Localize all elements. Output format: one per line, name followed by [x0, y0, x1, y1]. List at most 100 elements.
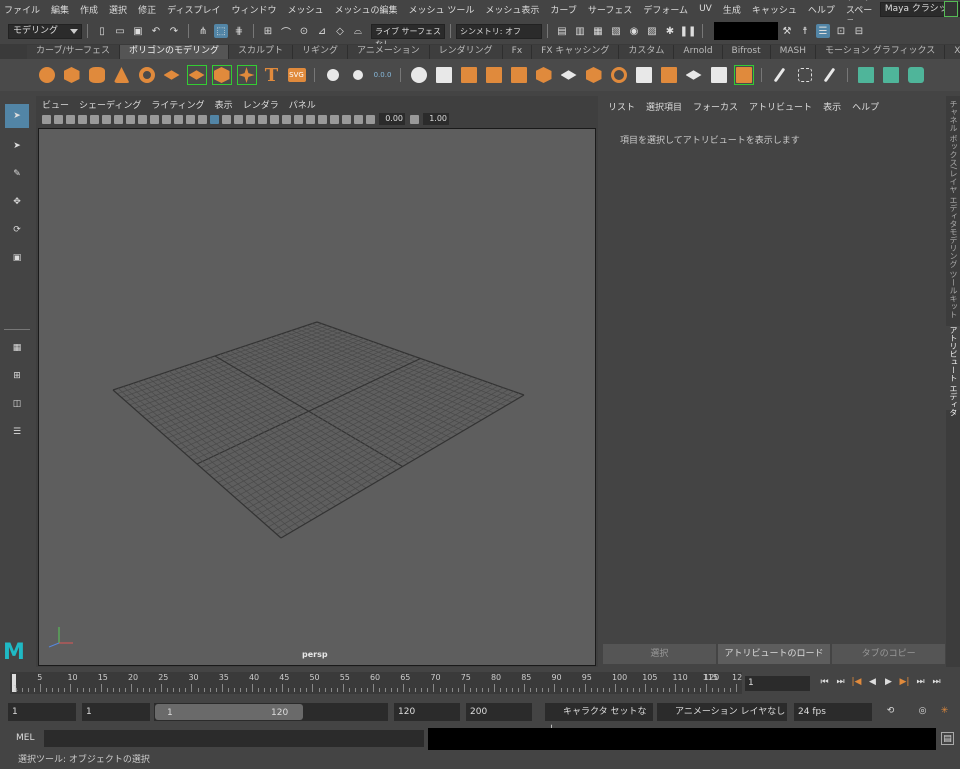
- step-forward-key-icon[interactable]: ⏭: [914, 676, 927, 689]
- sign-in-field[interactable]: [714, 22, 778, 40]
- start-frame-field[interactable]: 1: [8, 703, 76, 721]
- combine-icon[interactable]: [409, 65, 429, 85]
- motion-blur-icon[interactable]: [281, 114, 291, 124]
- menu-display[interactable]: ディスプレイ: [167, 3, 220, 16]
- poly-cylinder-icon[interactable]: [87, 65, 107, 85]
- new-scene-icon[interactable]: ▯: [95, 24, 109, 38]
- paint-select-icon[interactable]: [820, 65, 840, 85]
- mirror-icon[interactable]: [459, 65, 479, 85]
- tab-sculpting[interactable]: スカルプト: [228, 45, 293, 59]
- tab-poly-modeling[interactable]: ポリゴンのモデリング: [119, 45, 229, 59]
- anim-prefs-icon[interactable]: ✳: [938, 705, 951, 718]
- retopologize-icon[interactable]: [559, 65, 579, 85]
- grid-icon[interactable]: [113, 114, 123, 124]
- camera-icon[interactable]: [41, 114, 51, 124]
- bookmark-icon[interactable]: [65, 114, 75, 124]
- menu-curves[interactable]: カーブ: [550, 3, 576, 16]
- loop-icon[interactable]: ⟲: [884, 705, 897, 718]
- go-to-end-icon[interactable]: ⏭: [930, 676, 943, 689]
- bevel-icon[interactable]: [659, 65, 679, 85]
- uv-automatic-icon[interactable]: [906, 65, 926, 85]
- tab-fx-caching[interactable]: FX キャッシング: [532, 45, 620, 59]
- menu-mesh-tools[interactable]: メッシュ ツール: [409, 3, 475, 16]
- tab-xgen[interactable]: XGen: [945, 45, 960, 59]
- tab-channel-box[interactable]: チャネル ボックス/レイヤ エディタ: [946, 100, 960, 228]
- isolate-select-icon[interactable]: [317, 114, 327, 124]
- redo-icon[interactable]: ↷: [167, 24, 181, 38]
- mel-label[interactable]: MEL: [16, 733, 34, 743]
- gamma-icon[interactable]: [409, 114, 419, 124]
- poly-cone-icon[interactable]: [112, 65, 132, 85]
- step-forward-frame-icon[interactable]: ▶|: [898, 676, 911, 689]
- save-scene-icon[interactable]: ▣: [131, 24, 145, 38]
- lock-icon[interactable]: [944, 1, 958, 17]
- vp-menu-panels[interactable]: パネル: [289, 98, 316, 111]
- field-chart-icon[interactable]: [161, 114, 171, 124]
- uv-unfold-icon[interactable]: [856, 65, 876, 85]
- safe-title-icon[interactable]: [185, 114, 195, 124]
- open-scene-icon[interactable]: ▭: [113, 24, 127, 38]
- 2d-pan-icon[interactable]: [89, 114, 99, 124]
- snap-grid-icon[interactable]: ⊞: [261, 24, 275, 38]
- multi-cut-icon[interactable]: [733, 65, 754, 85]
- snap-surface-icon[interactable]: ◇: [333, 24, 347, 38]
- menu-modify[interactable]: 修正: [138, 3, 156, 16]
- bridge-edge-icon[interactable]: [684, 65, 704, 85]
- menu-windows[interactable]: ウィンドウ: [231, 3, 276, 16]
- human-ik-icon[interactable]: ☨: [798, 24, 812, 38]
- tab-fx[interactable]: Fx: [502, 45, 533, 59]
- rotate-tool-icon[interactable]: ⟳: [5, 218, 29, 242]
- exposure-field[interactable]: 0.00: [379, 113, 405, 125]
- lasso-tool-icon[interactable]: ➤: [5, 134, 29, 158]
- tool-settings-icon[interactable]: ⊡: [834, 24, 848, 38]
- xray-icon[interactable]: [329, 114, 339, 124]
- edge-loop-icon[interactable]: [795, 65, 815, 85]
- center-pivot-icon[interactable]: [348, 65, 368, 85]
- menu-create[interactable]: 作成: [80, 3, 98, 16]
- ambient-occlusion-icon[interactable]: [269, 114, 279, 124]
- menu-mesh-display[interactable]: メッシュ表示: [485, 3, 539, 16]
- remesh-icon[interactable]: [534, 65, 554, 85]
- wireframe-icon[interactable]: [197, 114, 207, 124]
- symmetry-select[interactable]: シンメトリ: オフ: [456, 23, 542, 39]
- lights-icon[interactable]: [245, 114, 255, 124]
- snap-point-icon[interactable]: ⊙: [297, 24, 311, 38]
- render-view-icon[interactable]: ▤: [555, 24, 569, 38]
- xray-joints-icon[interactable]: [341, 114, 351, 124]
- xray-components-icon[interactable]: [353, 114, 363, 124]
- ae-menu-list[interactable]: リスト: [608, 100, 635, 113]
- append-icon[interactable]: [709, 65, 729, 85]
- vp-menu-renderer[interactable]: レンダラ: [243, 98, 279, 111]
- tab-bifrost[interactable]: Bifrost: [722, 45, 771, 59]
- anim-start-field[interactable]: 1: [82, 703, 150, 721]
- textured-icon[interactable]: [233, 114, 243, 124]
- ae-menu-selected[interactable]: 選択項目: [646, 100, 682, 113]
- extrude-icon[interactable]: [634, 65, 654, 85]
- menu-file[interactable]: ファイル: [4, 3, 40, 16]
- menu-mesh[interactable]: メッシュ: [287, 3, 323, 16]
- camera-attrs-icon[interactable]: [53, 114, 63, 124]
- snap-live-icon[interactable]: ⌓: [351, 24, 365, 38]
- tab-arnold[interactable]: Arnold: [674, 45, 723, 59]
- range-handle[interactable]: 1 120: [155, 704, 303, 720]
- tab-modeling-toolkit[interactable]: モデリング ツールキット: [946, 228, 960, 319]
- tab-rendering[interactable]: レンダリング: [429, 45, 503, 59]
- load-attributes-button[interactable]: アトリビュートのロード: [717, 644, 831, 664]
- side-by-side-layout-icon[interactable]: ◫: [5, 392, 29, 416]
- snap-view-icon[interactable]: ⊿: [315, 24, 329, 38]
- menu-deform[interactable]: デフォーム: [643, 3, 688, 16]
- safe-action-icon[interactable]: [173, 114, 183, 124]
- render-settings-icon[interactable]: ▧: [609, 24, 623, 38]
- tab-custom[interactable]: カスタム: [619, 45, 675, 59]
- measure-icon[interactable]: [323, 65, 343, 85]
- poly-disc-icon[interactable]: [186, 65, 207, 85]
- poly-torus-icon[interactable]: [137, 65, 157, 85]
- outliner-layout-icon[interactable]: ☰: [5, 420, 29, 444]
- step-back-frame-icon[interactable]: |◀: [850, 676, 863, 689]
- paint-select-tool-icon[interactable]: ✎: [5, 162, 29, 186]
- gate-mask-icon[interactable]: [149, 114, 159, 124]
- vp-menu-lighting[interactable]: ライティング: [151, 98, 204, 111]
- script-editor-icon[interactable]: ▤: [941, 732, 954, 745]
- tab-curves-surfaces[interactable]: カーブ/サーフェス: [27, 45, 120, 59]
- grease-pencil-icon[interactable]: [101, 114, 111, 124]
